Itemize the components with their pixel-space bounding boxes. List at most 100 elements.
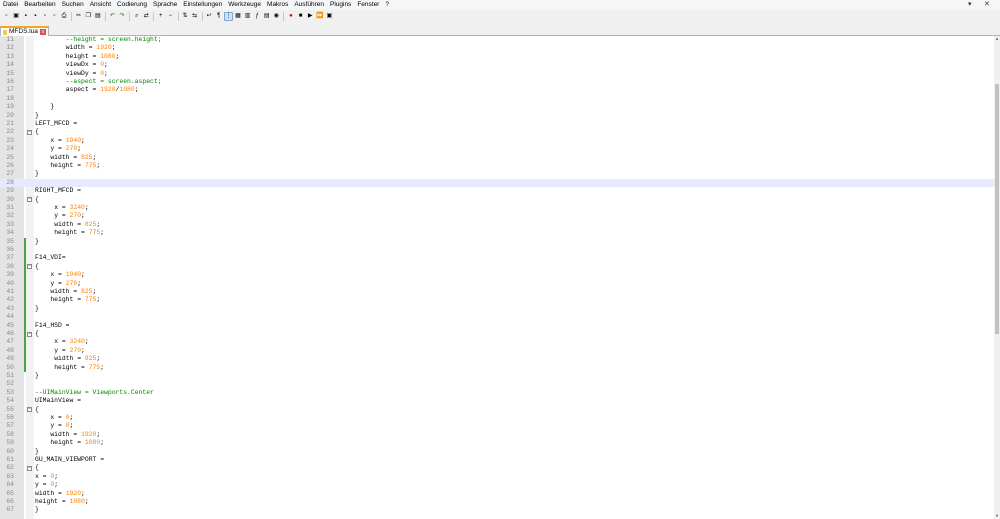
code-line[interactable]: 40 y = 270; <box>0 279 994 288</box>
code-line[interactable]: 22 −{ <box>0 128 994 136</box>
close-window-icon[interactable]: ✕ <box>984 0 990 10</box>
menu-item-werkzeuge[interactable]: Werkzeuge <box>225 0 264 10</box>
fold-toggle-icon[interactable]: − <box>27 130 32 136</box>
code-line[interactable]: 49 width = 825; <box>0 355 994 364</box>
code-line[interactable]: 17 aspect = 1920/1080; <box>0 86 994 94</box>
code-line[interactable]: 20} <box>0 112 994 120</box>
code-line[interactable]: 35} <box>0 237 994 246</box>
code-line[interactable]: 52 <box>0 380 994 388</box>
menu-item-einstellungen[interactable]: Einstellungen <box>180 0 225 10</box>
code-line[interactable]: 62 −{ <box>0 464 994 472</box>
code-line[interactable]: 60} <box>0 448 994 456</box>
code-line[interactable]: 33 width = 825; <box>0 221 994 229</box>
code-line[interactable]: 27} <box>0 170 994 178</box>
code-line[interactable]: 36 <box>0 246 994 255</box>
show-all-chars-icon[interactable]: ¶ <box>214 12 223 21</box>
fold-toggle-icon[interactable]: − <box>27 197 32 203</box>
code-line[interactable]: 13 height = 1080; <box>0 53 994 61</box>
menu-item-bearbeiten[interactable]: Bearbeiten <box>21 0 58 10</box>
code-line[interactable]: 57 y = 0; <box>0 422 994 430</box>
fold-toggle-icon[interactable]: − <box>27 466 32 472</box>
close-file-icon[interactable]: ▫ <box>40 12 49 21</box>
paste-icon[interactable]: ▤ <box>93 12 102 21</box>
code-line[interactable]: 26 height = 775; <box>0 162 994 170</box>
redo-icon[interactable]: ↷ <box>118 12 127 21</box>
menu-item-ausführen[interactable]: Ausführen <box>291 0 327 10</box>
word-wrap-icon[interactable]: ↵ <box>205 12 214 21</box>
code-line[interactable]: 29 RIGHT_MFCD = <box>0 187 994 195</box>
tab-close-icon[interactable]: x <box>40 29 46 35</box>
code-line[interactable]: 65 width = 1920; <box>0 490 994 498</box>
replace-icon[interactable]: ⇄ <box>142 12 151 21</box>
fold-toggle-icon[interactable]: − <box>27 331 32 337</box>
code-line[interactable]: 37 F14_VDI= <box>0 254 994 263</box>
menu-item-datei[interactable]: Datei <box>0 0 21 10</box>
code-line[interactable]: 64 y = 0; <box>0 481 994 489</box>
code-line[interactable]: 11 --height = screen.height; <box>0 36 994 44</box>
code-line[interactable]: 58 width = 1920; <box>0 431 994 439</box>
code-line[interactable]: 28 <box>0 178 994 188</box>
code-line[interactable]: 56 x = 0; <box>0 414 994 422</box>
code-line[interactable]: 14 viewDx = 0; <box>0 61 994 69</box>
code-line[interactable]: 12 width = 1920; <box>0 44 994 52</box>
code-line[interactable]: 54 UIMainView = <box>0 397 994 405</box>
code-line[interactable]: 50 height = 775; <box>0 363 994 372</box>
play-macro-icon[interactable]: ▶ <box>306 12 315 21</box>
code-line[interactable]: 51} <box>0 372 994 380</box>
indent-guide-icon[interactable]: ⋮ <box>223 12 233 21</box>
run-macro-multiple-icon[interactable]: ⏩ <box>315 12 324 21</box>
doc-map-icon[interactable]: ▥ <box>243 12 252 21</box>
code-line[interactable]: 15 viewDy = 0; <box>0 70 994 78</box>
code-line[interactable]: 47 x = 3240; <box>0 338 994 347</box>
save-all-icon[interactable]: ▪ <box>31 12 40 21</box>
fold-toggle-icon[interactable]: − <box>27 264 32 270</box>
menu-item-ansicht[interactable]: Ansicht <box>87 0 114 10</box>
vertical-scrollbar[interactable]: ▲ ▼ <box>994 36 1000 519</box>
code-line[interactable]: 16 --aspect = screen.aspect; <box>0 78 994 86</box>
code-line[interactable]: 55 −{ <box>0 406 994 414</box>
code-line[interactable]: 44 <box>0 313 994 322</box>
close-all-icon[interactable]: ▫ <box>50 12 59 21</box>
save-macro-icon[interactable]: ▣ <box>325 12 334 21</box>
code-line[interactable]: 41 width = 825; <box>0 288 994 297</box>
menu-item-suchen[interactable]: Suchen <box>59 0 87 10</box>
code-line[interactable]: 43} <box>0 304 994 314</box>
code-line[interactable]: 46 −{ <box>0 330 994 339</box>
code-line[interactable]: 21 LEFT_MFCD = <box>0 120 994 128</box>
find-icon[interactable]: ⌕ <box>132 12 141 21</box>
save-icon[interactable]: ▪ <box>21 12 30 21</box>
function-list-icon[interactable]: ƒ <box>253 12 262 21</box>
menu-item-makros[interactable]: Makros <box>264 0 291 10</box>
code-editor[interactable]: 11 --height = screen.height; 12 width = 1… <box>0 36 994 519</box>
fold-toggle-icon[interactable]: − <box>27 407 32 413</box>
scroll-down-icon[interactable]: ▼ <box>994 513 1000 519</box>
code-line[interactable]: 61 GU_MAIN_VIEWPORT = <box>0 456 994 464</box>
code-line[interactable]: 23 x = 1940; <box>0 137 994 145</box>
scroll-up-icon[interactable]: ▲ <box>994 36 1000 42</box>
lang-define-icon[interactable]: ▦ <box>233 12 242 21</box>
code-line[interactable]: 31 x = 3240; <box>0 204 994 212</box>
tab-mfds-lua[interactable]: MFDS.lua x <box>0 26 49 36</box>
print-icon[interactable]: ⎙ <box>60 12 69 21</box>
code-line[interactable]: 45 F14_HSD = <box>0 321 994 330</box>
code-line[interactable]: 18 <box>0 95 994 103</box>
code-line[interactable]: 19 } <box>0 103 994 111</box>
copy-icon[interactable]: ❐ <box>84 12 93 21</box>
code-line[interactable]: 42 height = 775; <box>0 296 994 305</box>
scroll-thumb[interactable] <box>995 84 999 334</box>
sync-horizontal-icon[interactable]: ⇆ <box>190 12 199 21</box>
undo-icon[interactable]: ↶ <box>108 12 117 21</box>
zoom-out-icon[interactable]: − <box>166 12 175 21</box>
code-line[interactable]: 67} <box>0 506 994 514</box>
menu-item-sprache[interactable]: Sprache <box>150 0 180 10</box>
code-line[interactable]: 59 height = 1080; <box>0 439 994 447</box>
pin-icon[interactable]: ▾ <box>968 0 972 10</box>
monitoring-icon[interactable]: ◉ <box>272 12 281 21</box>
menu-item-fenster[interactable]: Fenster <box>354 0 382 10</box>
zoom-in-icon[interactable]: + <box>156 12 165 21</box>
folder-workspace-icon[interactable]: ▤ <box>262 12 271 21</box>
menu-item-codierung[interactable]: Codierung <box>114 0 150 10</box>
new-file-icon[interactable]: ▫ <box>2 12 11 21</box>
menu-item-plugins[interactable]: Plugins <box>327 0 354 10</box>
code-line[interactable]: 39 x = 1940; <box>0 271 994 280</box>
